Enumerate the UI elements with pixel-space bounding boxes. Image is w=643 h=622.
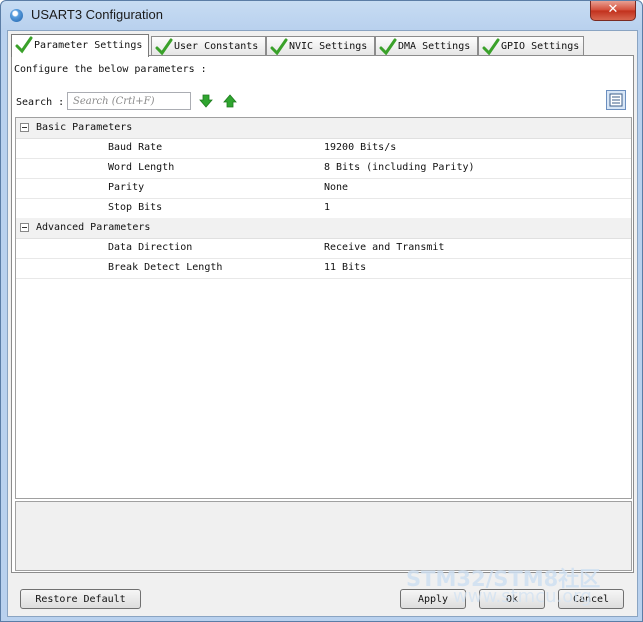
param-value[interactable]: 19200 Bits/s [324,142,396,153]
search-input[interactable]: Search (Crtl+F) [67,92,191,110]
param-name: Break Detect Length [108,262,223,273]
param-name: Word Length [108,162,175,173]
group-label: Basic Parameters [36,122,133,133]
check-icon [482,38,500,56]
param-row-word-length[interactable]: Word Length 8 Bits (including Parity) [16,158,631,179]
tab-label: User Constants [174,41,259,52]
param-value[interactable]: 8 Bits (including Parity) [324,162,475,173]
param-name: Stop Bits [108,202,163,213]
param-name: Baud Rate [108,142,163,153]
param-value[interactable]: 1 [324,202,330,213]
dialog-window: USART3 Configuration ✕ Parameter Setting… [0,0,643,622]
tab-nvic-settings[interactable]: NVIC Settings [266,36,375,56]
check-icon [379,38,397,56]
tab-dma-settings[interactable]: DMA Settings [375,36,478,56]
collapse-icon[interactable] [20,123,29,132]
param-name: Parity [108,182,145,193]
arrow-down-icon[interactable] [199,94,213,108]
parameter-grid: Basic Parameters Baud Rate 19200 Bits/s … [15,117,632,499]
param-row-parity[interactable]: Parity None [16,178,631,199]
param-row-stop-bits[interactable]: Stop Bits 1 [16,198,631,219]
search-label: Search : [16,97,65,108]
group-label: Advanced Parameters [36,222,151,233]
dialog-client-area: Parameter Settings User Constants NVIC S… [7,30,638,617]
group-row-basic-parameters[interactable]: Basic Parameters [16,118,631,139]
list-view-icon [609,93,623,107]
param-value[interactable]: None [324,182,348,193]
check-icon [270,38,288,56]
close-button[interactable]: ✕ [590,1,636,21]
title-bar[interactable]: USART3 Configuration ✕ [1,1,642,30]
watermark-url: www.stmcu.org [453,586,592,607]
list-view-button[interactable] [606,90,626,110]
collapse-icon[interactable] [20,223,29,232]
param-row-baud-rate[interactable]: Baud Rate 19200 Bits/s [16,138,631,159]
arrow-up-icon[interactable] [223,94,237,108]
check-icon [155,38,173,56]
tab-label: GPIO Settings [501,41,580,52]
restore-default-button[interactable]: Restore Default [20,589,141,609]
param-value[interactable]: 11 Bits [324,262,366,273]
tab-label: DMA Settings [398,41,471,52]
group-row-advanced-parameters[interactable]: Advanced Parameters [16,218,631,239]
tab-parameter-settings[interactable]: Parameter Settings [11,34,149,57]
param-value[interactable]: Receive and Transmit [324,242,444,253]
tab-label: Parameter Settings [34,40,143,51]
param-row-data-direction[interactable]: Data Direction Receive and Transmit [16,238,631,259]
tab-label: NVIC Settings [289,41,368,52]
window-title: USART3 Configuration [31,7,163,22]
intro-text: Configure the below parameters : [14,64,207,75]
tab-user-constants[interactable]: User Constants [151,36,266,56]
description-box [15,501,632,571]
check-icon [15,36,33,54]
tab-gpio-settings[interactable]: GPIO Settings [478,36,584,56]
app-icon [10,9,23,22]
param-row-break-detect-length[interactable]: Break Detect Length 11 Bits [16,258,631,279]
param-name: Data Direction [108,242,193,253]
parameter-settings-panel: Configure the below parameters : Search … [11,55,634,573]
